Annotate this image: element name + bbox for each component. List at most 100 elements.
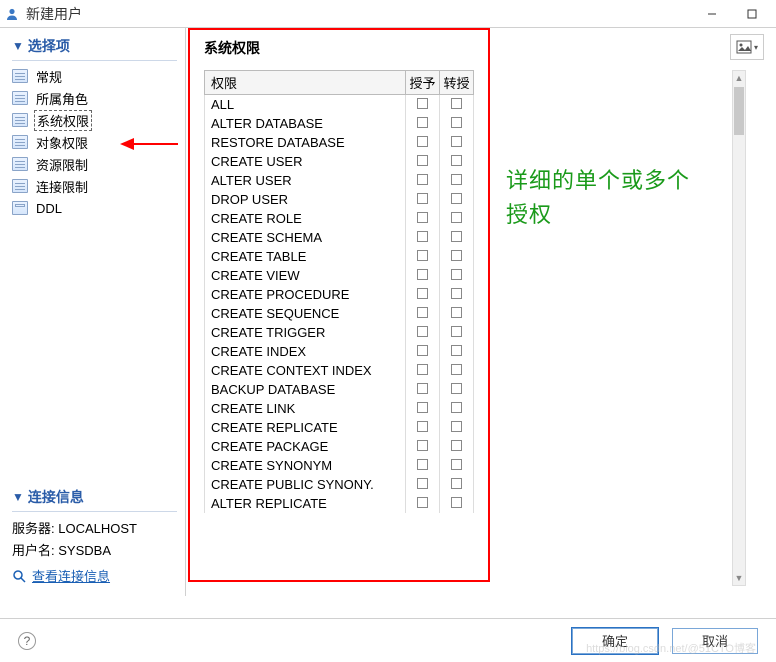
chevron-down-icon: ▼ [12,39,24,53]
perm-cell: CREATE INDEX [205,342,406,361]
sidebar-item-resource-limit[interactable]: 资源限制 [12,153,185,175]
transfer-checkbox[interactable] [451,136,462,147]
sidebar: ▼ 选择项 常规 所属角色 系统权限 对象权限 资源限制 连接限制 DDL ▼ … [0,28,186,596]
transfer-checkbox[interactable] [451,383,462,394]
grant-checkbox[interactable] [417,193,428,204]
sidebar-item-general[interactable]: 常规 [12,65,185,87]
transfer-checkbox[interactable] [451,98,462,109]
grant-checkbox[interactable] [417,440,428,451]
grant-checkbox[interactable] [417,117,428,128]
table-row: CREATE CONTEXT INDEX [205,361,474,380]
table-row: DROP USER [205,190,474,209]
grant-checkbox[interactable] [417,288,428,299]
perm-cell: CREATE TABLE [205,247,406,266]
grant-checkbox[interactable] [417,231,428,242]
grant-checkbox[interactable] [417,478,428,489]
table-row: CREATE PROCEDURE [205,285,474,304]
privileges-table: 权限 授予 转授 ALLALTER DATABASERESTORE DATABA… [204,70,474,513]
view-connection-link[interactable]: 查看连接信息 [12,562,185,588]
grant-checkbox[interactable] [417,269,428,280]
server-label: 服务器: [12,521,55,536]
sidebar-item-connection-limit[interactable]: 连接限制 [12,175,185,197]
main-panel: 系统权限 权限 授予 转授 ALLALTER DATABASERESTORE D… [186,28,776,596]
transfer-checkbox[interactable] [451,288,462,299]
sidebar-item-object-privileges[interactable]: 对象权限 [12,131,185,153]
grant-checkbox[interactable] [417,497,428,508]
connection-section-label: 连接信息 [28,487,84,507]
options-section-header: ▼ 选择项 [12,32,177,61]
grant-checkbox[interactable] [417,383,428,394]
perm-cell: DROP USER [205,190,406,209]
table-row: ALTER DATABASE [205,114,474,133]
form-icon [12,91,28,105]
grant-checkbox[interactable] [417,136,428,147]
grant-checkbox[interactable] [417,459,428,470]
sidebar-item-ddl[interactable]: DDL [12,197,185,219]
grant-checkbox[interactable] [417,421,428,432]
transfer-checkbox[interactable] [451,250,462,261]
table-row: RESTORE DATABASE [205,133,474,152]
help-button[interactable]: ? [18,632,36,650]
titlebar: 新建用户 [0,0,776,28]
transfer-checkbox[interactable] [451,231,462,242]
grant-checkbox[interactable] [417,250,428,261]
table-row: ALL [205,95,474,115]
table-row: CREATE INDEX [205,342,474,361]
transfer-checkbox[interactable] [451,497,462,508]
col-permission[interactable]: 权限 [205,71,406,95]
table-row: CREATE TABLE [205,247,474,266]
perm-cell: ALL [205,95,406,115]
scroll-up-icon[interactable]: ▲ [733,71,745,85]
table-row: CREATE SEQUENCE [205,304,474,323]
grant-checkbox[interactable] [417,307,428,318]
perm-cell: CREATE TRIGGER [205,323,406,342]
col-grant[interactable]: 授予 [406,71,440,95]
transfer-checkbox[interactable] [451,307,462,318]
perm-cell: CREATE SEQUENCE [205,304,406,323]
transfer-checkbox[interactable] [451,478,462,489]
perm-cell: CREATE PUBLIC SYNONY. [205,475,406,494]
perm-cell: BACKUP DATABASE [205,380,406,399]
magnifier-icon [12,569,28,585]
grant-checkbox[interactable] [417,174,428,185]
server-value: LOCALHOST [58,521,137,536]
sidebar-item-system-privileges[interactable]: 系统权限 [12,109,185,131]
transfer-checkbox[interactable] [451,155,462,166]
transfer-checkbox[interactable] [451,402,462,413]
transfer-checkbox[interactable] [451,117,462,128]
scroll-thumb[interactable] [734,87,744,135]
transfer-checkbox[interactable] [451,459,462,470]
grant-checkbox[interactable] [417,98,428,109]
table-row: ALTER REPLICATE [205,494,474,513]
perm-cell: ALTER USER [205,171,406,190]
form-icon [12,69,28,83]
username-value: SYSDBA [58,543,111,558]
grant-checkbox[interactable] [417,155,428,166]
grant-checkbox[interactable] [417,326,428,337]
minimize-button[interactable] [692,1,732,27]
table-row: CREATE SYNONYM [205,456,474,475]
transfer-checkbox[interactable] [451,193,462,204]
transfer-checkbox[interactable] [451,174,462,185]
transfer-checkbox[interactable] [451,326,462,337]
grant-checkbox[interactable] [417,212,428,223]
transfer-checkbox[interactable] [451,421,462,432]
sidebar-item-roles[interactable]: 所属角色 [12,87,185,109]
vertical-scrollbar[interactable]: ▲ ▼ [732,70,746,586]
table-row: BACKUP DATABASE [205,380,474,399]
user-icon [4,6,20,22]
table-row: CREATE TRIGGER [205,323,474,342]
transfer-checkbox[interactable] [451,212,462,223]
grant-checkbox[interactable] [417,345,428,356]
transfer-checkbox[interactable] [451,345,462,356]
perm-cell: ALTER REPLICATE [205,494,406,513]
table-row: CREATE ROLE [205,209,474,228]
transfer-checkbox[interactable] [451,440,462,451]
scroll-down-icon[interactable]: ▼ [733,571,745,585]
grant-checkbox[interactable] [417,402,428,413]
maximize-button[interactable] [732,1,772,27]
transfer-checkbox[interactable] [451,269,462,280]
col-transfer[interactable]: 转授 [440,71,474,95]
transfer-checkbox[interactable] [451,364,462,375]
grant-checkbox[interactable] [417,364,428,375]
